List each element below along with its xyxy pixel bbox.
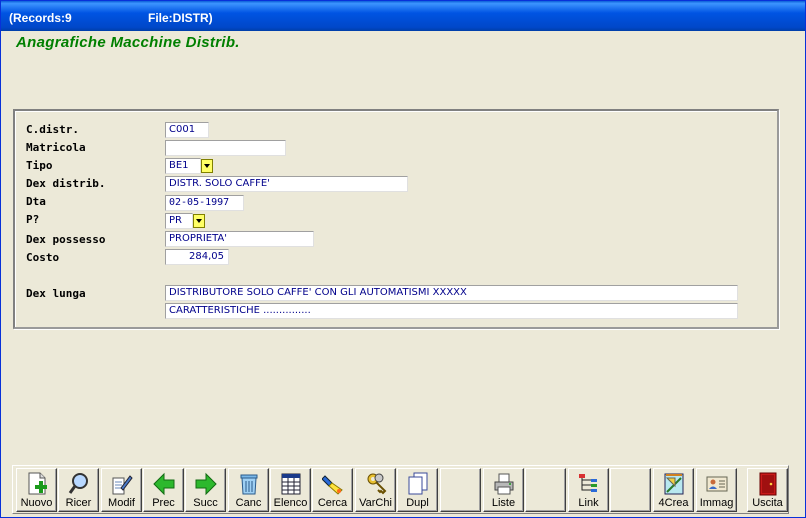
label-c-distr: C.distr.: [26, 123, 79, 136]
varchi-button[interactable]: VarChi: [355, 468, 396, 512]
trash-can-icon: [240, 474, 258, 495]
liste-label: Liste: [491, 497, 516, 509]
form-title: Anagrafiche Macchine Distrib.: [16, 34, 240, 51]
green-arrow-left-icon: [153, 472, 175, 496]
new-document-plus-icon: [28, 472, 47, 495]
duplicate-pages-icon: [408, 472, 428, 495]
dex-lunga-line2-input[interactable]: CARATTERISTICHE ...............: [165, 303, 738, 319]
cerca-label: Cerca: [317, 497, 348, 509]
succ-button[interactable]: Succ: [185, 468, 226, 512]
empty-button-1[interactable]: [440, 468, 481, 512]
tree-link-icon: [579, 474, 597, 492]
succ-label: Succ: [193, 497, 218, 509]
nuovo-button[interactable]: Nuovo: [16, 468, 57, 512]
liste-button[interactable]: Liste: [483, 468, 524, 512]
label-dex-distrib: Dex distrib.: [26, 177, 106, 190]
4crea-label: 4Crea: [658, 497, 689, 509]
p-dropdown-button[interactable]: [193, 214, 205, 228]
label-tipo: Tipo: [26, 159, 53, 172]
exit-door-icon: [759, 472, 777, 496]
file-name: File:DISTR): [148, 11, 213, 25]
id-card-icon: [706, 476, 728, 492]
label-matricola: Matricola: [26, 141, 86, 154]
matricola-input[interactable]: [165, 140, 286, 156]
dex-distrib-input[interactable]: DISTR. SOLO CAFFE': [165, 176, 408, 192]
costo-input[interactable]: 284,05: [165, 249, 229, 265]
label-dex-lunga: Dex lunga: [26, 287, 86, 300]
tipo-select[interactable]: BE1: [165, 158, 201, 174]
empty-button-3[interactable]: [610, 468, 651, 512]
label-dta: Dta: [26, 195, 46, 208]
dupl-label: Dupl: [406, 497, 429, 509]
immag-button[interactable]: Immag: [696, 468, 737, 512]
design-tools-icon: [664, 473, 684, 495]
records-count: (Records:9: [9, 11, 72, 25]
dex-possesso-input[interactable]: PROPRIETA': [165, 231, 314, 247]
dex-lunga-line1-input[interactable]: DISTRIBUTORE SOLO CAFFE' CON GLI AUTOMAT…: [165, 285, 738, 301]
label-p: P?: [26, 213, 40, 226]
uscita-label: Uscita: [752, 497, 783, 509]
modif-button[interactable]: Modif: [101, 468, 142, 512]
canc-label: Canc: [235, 497, 262, 509]
label-costo: Costo: [26, 251, 60, 264]
uscita-button[interactable]: Uscita: [747, 468, 788, 512]
elenco-button[interactable]: Elenco: [270, 468, 311, 512]
edit-document-icon: [112, 475, 133, 495]
keys-icon: [367, 473, 387, 495]
flashlight-icon: [322, 475, 343, 495]
c-distr-input[interactable]: C001: [165, 122, 209, 138]
prec-label: Prec: [152, 497, 175, 509]
ricer-label: Ricer: [65, 497, 92, 509]
link-button[interactable]: Link: [568, 468, 609, 512]
label-dex-possesso: Dex possesso: [26, 233, 106, 246]
ricer-button[interactable]: Ricer: [58, 468, 99, 512]
nuovo-label: Nuovo: [20, 497, 53, 509]
link-label: Link: [578, 497, 599, 509]
table-list-icon: [281, 473, 301, 495]
empty-button-2[interactable]: [525, 468, 566, 512]
elenco-label: Elenco: [273, 497, 308, 509]
printer-icon: [494, 473, 514, 495]
prec-button[interactable]: Prec: [143, 468, 184, 512]
window-titlebar[interactable]: (Records:9 File:DISTR): [1, 1, 805, 31]
magnifier-icon: [68, 473, 88, 494]
green-arrow-right-icon: [195, 472, 217, 496]
modif-label: Modif: [108, 497, 135, 509]
tipo-dropdown-button[interactable]: [201, 159, 213, 173]
varchi-label: VarChi: [359, 497, 392, 509]
dta-date-input[interactable]: 02-05-1997: [165, 195, 244, 211]
app-window: (Records:9 File:DISTR) Anagrafiche Macch…: [0, 0, 806, 518]
cerca-button[interactable]: Cerca: [312, 468, 353, 512]
dupl-button[interactable]: Dupl: [397, 468, 438, 512]
p-select[interactable]: PR: [165, 213, 193, 229]
4crea-button[interactable]: 4Crea: [653, 468, 694, 512]
canc-button[interactable]: Canc: [228, 468, 269, 512]
immag-label: Immag: [699, 497, 734, 509]
